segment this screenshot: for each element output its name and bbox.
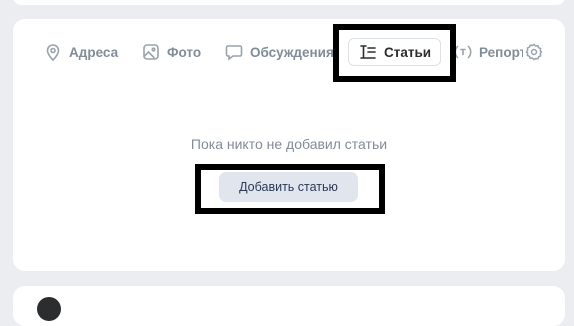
tab-photos[interactable]: Фото [141,38,201,66]
speech-bubble-icon [225,45,243,61]
tab-discussions[interactable]: Обсуждения [224,38,334,66]
tab-label: Репортажи [479,44,523,60]
empty-state-message: Пока никто не добавил статьи [190,136,388,152]
add-article-button[interactable]: Добавить статью [219,172,358,202]
tab-label: Адреса [69,44,119,60]
tab-label: Обсуждения [250,44,334,60]
avatar [37,297,61,321]
next-card [13,286,565,326]
gear-icon[interactable] [524,42,544,62]
tab-articles[interactable]: Статьи [348,38,442,66]
tab-addresses[interactable]: Адреса [43,38,118,66]
location-pin-icon [46,44,60,62]
previous-card [13,0,565,5]
tab-reports[interactable]: Репортажи [453,38,523,66]
broadcast-icon [454,45,472,59]
article-icon [360,45,376,59]
tab-label: Статьи [384,44,432,60]
tab-label: Фото [167,44,202,60]
photo-icon [143,44,159,60]
articles-card: Адреса Фото Обсуждения Статьи Репорт Пок… [13,19,565,271]
section-tabs: Адреса Фото Обсуждения Статьи Репорт [13,19,523,83]
